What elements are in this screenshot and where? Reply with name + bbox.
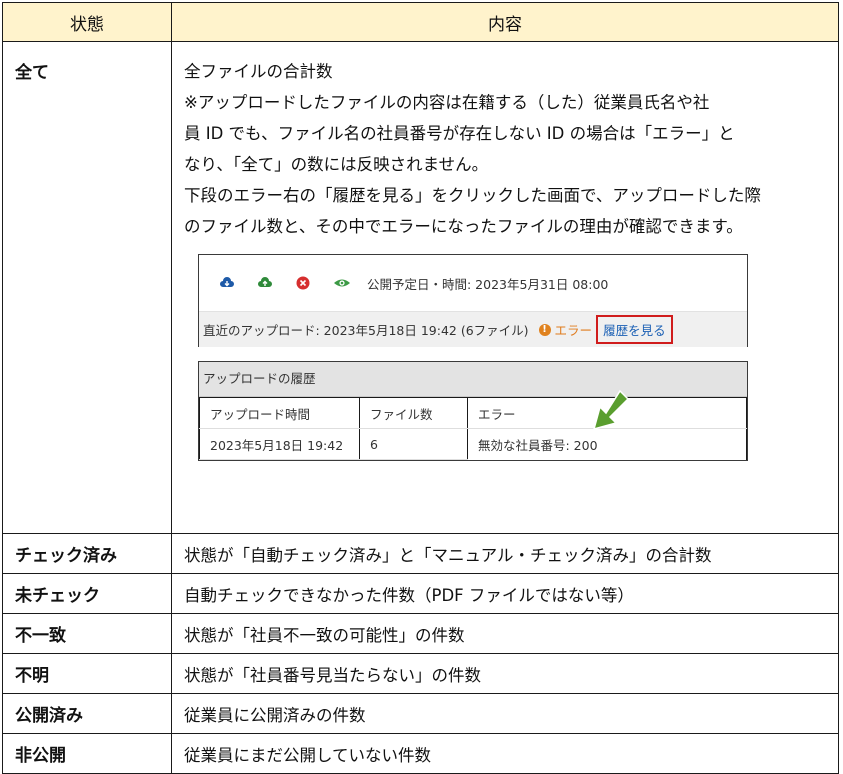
upload-history-screenshot: アップロードの履歴 アップロード時間 ファイル数 エラー 2023年5月18日 … <box>198 361 748 461</box>
content-unknown: 状態が「社員番号見当たらない」の件数 <box>171 653 839 694</box>
history-title: アップロードの履歴 <box>199 362 747 397</box>
history-error: 無効な社員番号: 200 <box>467 428 747 460</box>
history-col-files: ファイル数 <box>359 397 468 429</box>
table-row: 不一致 状態が「社員不一致の可能性」の件数 <box>2 613 839 654</box>
table-row-all: 全て 全ファイルの合計数 ※アップロードしたファイルの内容は在籍する（した）従業… <box>2 41 839 534</box>
status-table: 状態 内容 全て 全ファイルの合計数 ※アップロードしたファイルの内容は在籍する… <box>2 2 839 774</box>
green-arrow-icon <box>592 389 630 431</box>
error-alert-icon: ! <box>538 323 551 336</box>
error-label: エラー <box>554 323 593 338</box>
content-line: 全ファイルの合計数 <box>184 62 333 81</box>
content-unchecked: 自動チェックできなかった件数（PDF ファイルではない等） <box>171 573 839 614</box>
content-line: のファイル数と、その中でエラーになったファイルの理由が確認できます。 <box>184 217 743 236</box>
status-all: 全て <box>2 41 172 534</box>
content-line: 下段のエラー右の「履歴を見る」をクリックした画面で、アップロードした際 <box>184 186 761 205</box>
content-private: 従業員にまだ公開していない件数 <box>171 733 839 774</box>
upload-cloud-icon[interactable] <box>257 275 273 291</box>
status-checked: チェック済み <box>2 533 172 574</box>
download-cloud-icon[interactable] <box>219 275 235 291</box>
content-line: 員 ID でも、ファイル名の社員番号が存在しない ID の場合は「エラー」と <box>184 124 735 143</box>
status-published: 公開済み <box>2 693 172 734</box>
content-mismatch: 状態が「社員不一致の可能性」の件数 <box>171 613 839 654</box>
history-row: 2023年5月18日 19:42 6 無効な社員番号: 200 <box>199 428 747 460</box>
recent-upload-bar: 直近のアップロード: 2023年5月18日 19:42 (6ファイル) ! エラ… <box>199 311 747 347</box>
table-row: 不明 状態が「社員番号見当たらない」の件数 <box>2 653 839 694</box>
header-content: 内容 <box>171 2 839 42</box>
status-private: 非公開 <box>2 733 172 774</box>
view-history-link[interactable]: 履歴を見る <box>596 315 673 344</box>
content-all: 全ファイルの合計数 ※アップロードしたファイルの内容は在籍する（した）従業員氏名… <box>171 41 839 534</box>
upload-toolbar: 公開予定日・時間: 2023年5月31日 08:00 <box>199 255 747 311</box>
delete-circle-icon[interactable] <box>295 275 311 291</box>
history-files: 6 <box>359 428 468 460</box>
status-mismatch: 不一致 <box>2 613 172 654</box>
status-unknown: 不明 <box>2 653 172 694</box>
eye-icon[interactable] <box>333 275 350 291</box>
table-header-row: 状態 内容 <box>2 2 839 42</box>
table-row: チェック済み 状態が「自動チェック済み」と「マニュアル・チェック済み」の合計数 <box>2 533 839 574</box>
table-row: 非公開 従業員にまだ公開していない件数 <box>2 733 839 774</box>
table-row: 公開済み 従業員に公開済みの件数 <box>2 693 839 734</box>
content-published: 従業員に公開済みの件数 <box>171 693 839 734</box>
header-status: 状態 <box>2 2 172 42</box>
history-table: アップロード時間 ファイル数 エラー 2023年5月18日 19:42 6 無効… <box>199 397 747 460</box>
recent-upload-text: 直近のアップロード: 2023年5月18日 19:42 (6ファイル) <box>203 323 529 338</box>
table-row: 未チェック 自動チェックできなかった件数（PDF ファイルではない等） <box>2 573 839 614</box>
content-line: なり、「全て」の数には反映されません。 <box>184 155 489 174</box>
history-col-time: アップロード時間 <box>199 397 360 429</box>
history-time: 2023年5月18日 19:42 <box>199 428 360 460</box>
content-line: ※アップロードしたファイルの内容は在籍する（した）従業員氏名や社 <box>184 93 710 112</box>
history-header-row: アップロード時間 ファイル数 エラー <box>199 397 747 429</box>
content-checked: 状態が「自動チェック済み」と「マニュアル・チェック済み」の合計数 <box>171 533 839 574</box>
publish-schedule: 公開予定日・時間: 2023年5月31日 08:00 <box>367 276 609 292</box>
status-unchecked: 未チェック <box>2 573 172 614</box>
upload-screenshot: 公開予定日・時間: 2023年5月31日 08:00 直近のアップロード: 20… <box>198 254 748 347</box>
